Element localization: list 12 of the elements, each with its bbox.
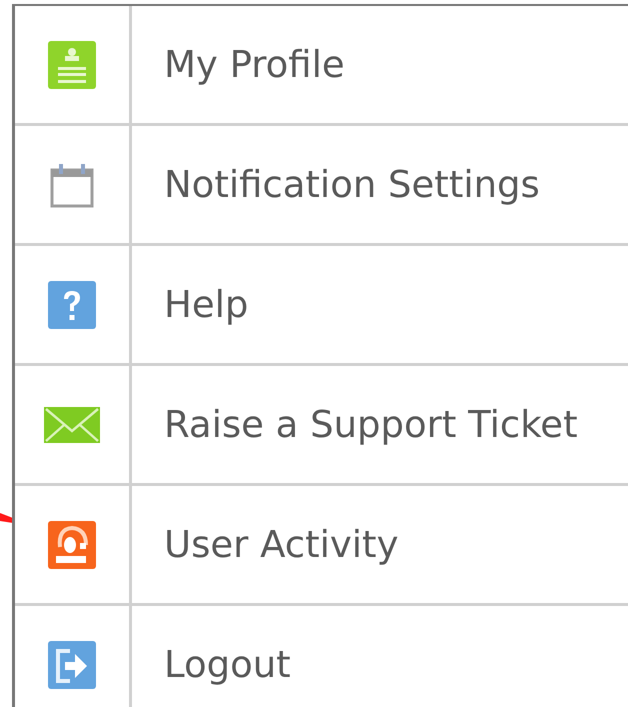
mail-icon [44, 406, 100, 442]
profile-icon [48, 40, 96, 88]
headset-icon [48, 520, 96, 568]
help-icon [48, 280, 96, 328]
menu-item[interactable]: My Profile [132, 6, 628, 123]
menu-item[interactable]: Logout [132, 606, 628, 707]
menu-item[interactable]: User Activity [132, 486, 628, 603]
menu-item[interactable]: Help [132, 246, 628, 363]
menu-item[interactable]: Notification Settings [132, 126, 628, 243]
calendar-icon [49, 162, 95, 208]
menu-item[interactable]: Raise a Support Ticket [132, 366, 628, 483]
logout-icon [48, 640, 96, 688]
